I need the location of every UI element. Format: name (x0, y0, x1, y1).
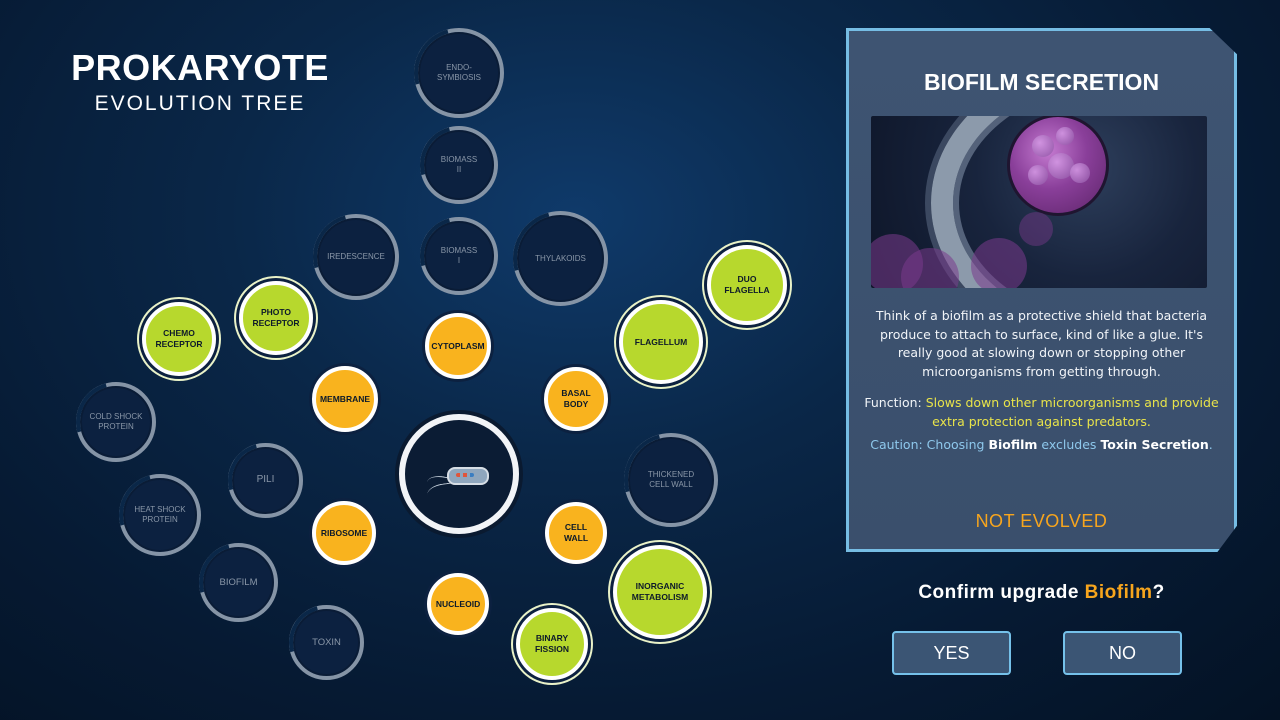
center-prokaryote-node[interactable] (399, 414, 519, 534)
node-membrane[interactable]: MEMBRANE (312, 366, 378, 432)
node-label: RIBOSOME (320, 527, 368, 538)
node-photo-receptor[interactable]: PHOTO RECEPTOR (239, 281, 313, 355)
node-endosymbiosis[interactable]: ENDO- SYMBIOSIS (414, 28, 504, 118)
node-biomass-1[interactable]: BIOMASS I (420, 217, 498, 295)
confirm-prompt: Confirm upgrade Biofilm? (846, 582, 1237, 604)
node-label: COLD SHOCK PROTEIN (89, 412, 143, 431)
node-basal-body[interactable]: BASAL BODY (544, 367, 608, 431)
evolution-status: NOT EVOLVED (975, 511, 1108, 531)
node-label: INORGANIC METABOLISM (631, 581, 689, 602)
node-label: BIOFILM (219, 576, 258, 588)
node-ribosome[interactable]: RIBOSOME (312, 501, 376, 565)
node-label: BIOMASS I (440, 246, 478, 265)
prokaryote-icon (447, 467, 489, 485)
confirm-prefix: Confirm upgrade (918, 582, 1085, 603)
node-label: BASAL BODY (561, 388, 591, 409)
node-label: CHEMO RECEPTOR (155, 328, 203, 349)
node-label: THYLAKOIDS (535, 253, 586, 263)
node-cell-wall[interactable]: CELL WALL (545, 502, 607, 564)
panel-title: BIOFILM SECRETION (923, 69, 1160, 95)
node-label: PHOTO RECEPTOR (252, 307, 300, 328)
upgrade-description: Think of a biofilm as a protective shiel… (875, 308, 1208, 379)
node-biomass-2[interactable]: BIOMASS II (420, 126, 498, 204)
node-label: NUCLEOID (435, 598, 481, 609)
node-cytoplasm[interactable]: CYTOPLASM (425, 313, 491, 379)
node-chemo-receptor[interactable]: CHEMO RECEPTOR (142, 302, 216, 376)
node-label: PILI (256, 474, 275, 486)
page-title: PROKARYOTE EVOLUTION TREE (0, 48, 400, 116)
node-nucleoid[interactable]: NUCLEOID (427, 573, 489, 635)
caution-note: Caution: Choosing Biofilm excludes Toxin… (863, 437, 1220, 452)
upgrade-function: Function: Slows down other microorganism… (863, 393, 1220, 431)
caution-mid: excludes (1037, 437, 1101, 452)
confirm-suffix: ? (1152, 582, 1165, 603)
node-label: CYTOPLASM (431, 340, 485, 351)
title-line-1: PROKARYOTE (71, 47, 329, 88)
node-label: BIOMASS II (440, 155, 478, 174)
caution-excluded: Toxin Secretion (1100, 437, 1209, 452)
upgrade-detail-panel: BIOFILM SECRETION Think of a biofilm as … (846, 28, 1237, 552)
function-label: Function: (864, 395, 926, 410)
node-iredescence[interactable]: IREDESCENCE (313, 214, 399, 300)
caution-prefix: Caution: Choosing (870, 437, 989, 452)
caution-item: Biofilm (988, 437, 1038, 452)
node-binary-fission[interactable]: BINARY FISSION (516, 608, 588, 680)
biofilm-illustration (871, 116, 1207, 288)
node-flagellum[interactable]: FLAGELLUM (619, 300, 703, 384)
node-toxin[interactable]: TOXIN (289, 605, 364, 680)
node-label: IREDESCENCE (327, 252, 385, 261)
purple-cell-art (1007, 116, 1109, 216)
function-text: Slows down other microorganisms and prov… (925, 395, 1219, 429)
node-heat-shock-protein[interactable]: HEAT SHOCK PROTEIN (119, 474, 201, 556)
caution-end: . (1208, 437, 1213, 452)
node-label: BINARY FISSION (534, 633, 569, 654)
yes-button[interactable]: YES (892, 631, 1011, 675)
node-cold-shock-protein[interactable]: COLD SHOCK PROTEIN (76, 382, 156, 462)
node-thylakoids[interactable]: THYLAKOIDS (513, 211, 608, 306)
node-biofilm[interactable]: BIOFILM (199, 543, 278, 622)
node-label: THICKENED CELL WALL (647, 470, 695, 489)
confirm-item: Biofilm (1084, 582, 1153, 603)
node-label: MEMBRANE (319, 393, 371, 404)
title-line-2: EVOLUTION TREE (94, 92, 306, 115)
node-label: CELL WALL (563, 522, 589, 543)
node-thickened-cell-wall[interactable]: THICKENED CELL WALL (624, 433, 718, 527)
node-pili[interactable]: PILI (228, 443, 303, 518)
no-button[interactable]: NO (1063, 631, 1182, 675)
node-label: TOXIN (312, 636, 341, 648)
node-duo-flagella[interactable]: DUO FLAGELLA (707, 245, 787, 325)
node-label: HEAT SHOCK PROTEIN (134, 505, 186, 524)
node-label: DUO FLAGELLA (724, 274, 770, 295)
node-label: ENDO- SYMBIOSIS (436, 63, 481, 82)
node-inorganic-metabolism[interactable]: INORGANIC METABOLISM (613, 545, 707, 639)
node-label: FLAGELLUM (634, 336, 688, 347)
